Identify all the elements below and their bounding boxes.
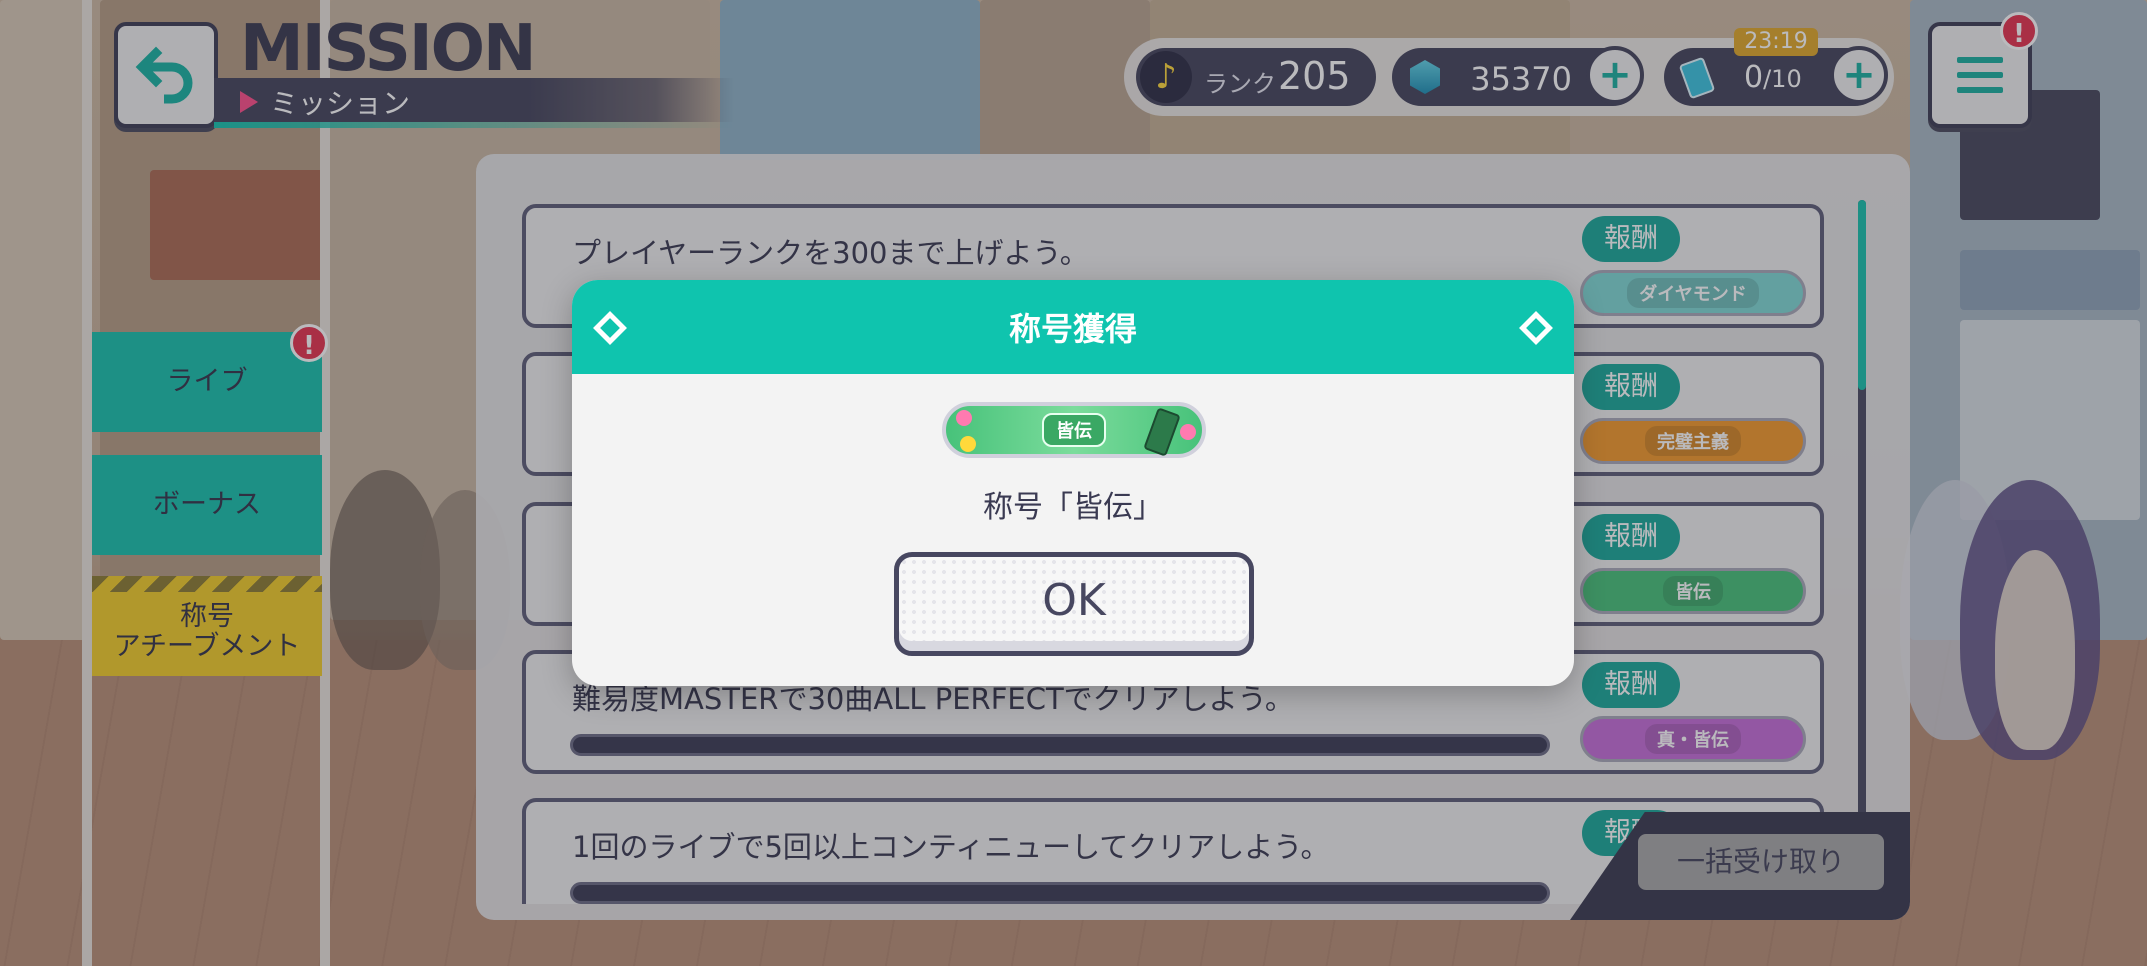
flower-icon (956, 410, 972, 426)
ok-button[interactable]: OK (894, 552, 1254, 656)
dialog-message: 称号「皆伝」 (983, 490, 1163, 525)
battery-icon (1143, 407, 1181, 457)
flower-icon (1180, 424, 1196, 440)
flower-icon (960, 436, 976, 452)
title-acquired-dialog: 称号獲得 皆伝 称号「皆伝」 OK (572, 280, 1574, 686)
dialog-title: 称号獲得 (1008, 310, 1137, 348)
acquired-title-name: 皆伝 (1042, 413, 1106, 447)
acquired-title-plate: 皆伝 (942, 402, 1206, 458)
